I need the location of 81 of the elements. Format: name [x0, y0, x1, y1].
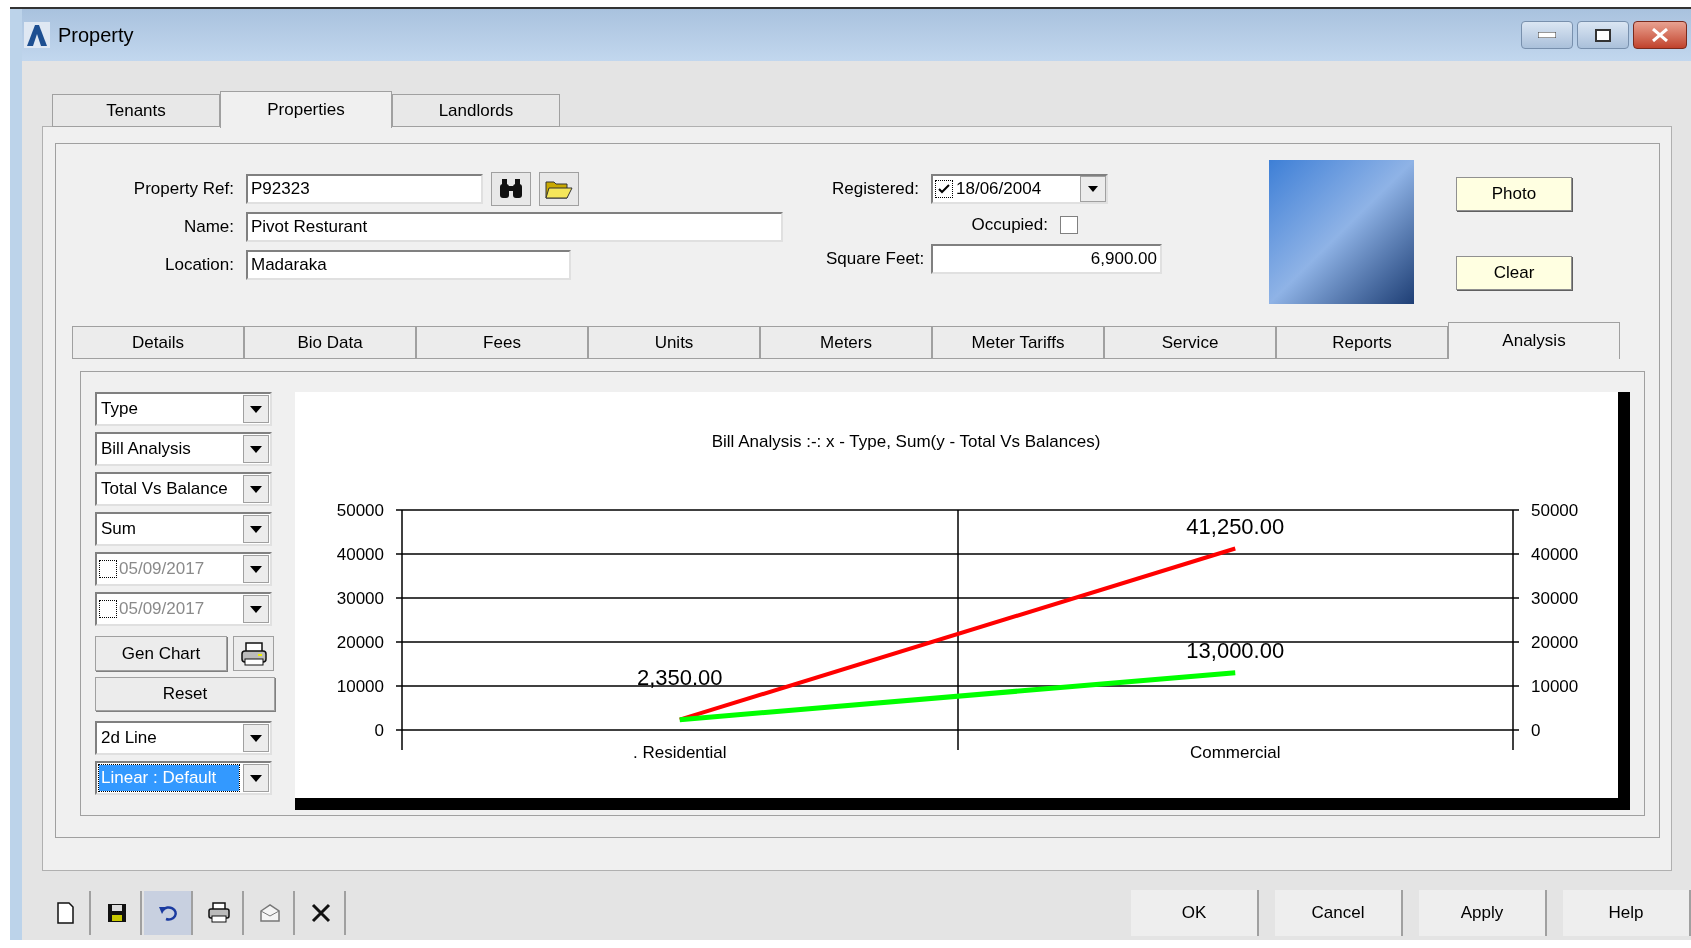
checkbox[interactable]: [1060, 216, 1078, 234]
data-value-label: 2,350.00: [636, 664, 723, 690]
tab[interactable]: Service: [1104, 326, 1276, 359]
close-icon: [1651, 28, 1669, 42]
tab[interactable]: Landlords: [392, 94, 560, 127]
maximize-button[interactable]: [1577, 21, 1629, 49]
dialog-button[interactable]: Cancel: [1275, 890, 1403, 936]
tab[interactable]: Units: [588, 326, 760, 359]
square-feet-field[interactable]: 6,900.00: [931, 244, 1162, 274]
open-button[interactable]: [539, 172, 579, 206]
field-label: Registered:: [831, 178, 920, 201]
axis-tick-label: 10000: [336, 677, 384, 696]
axis-tick-label: 30000: [1531, 589, 1579, 608]
binoculars-icon: [498, 178, 524, 200]
dialog-button[interactable]: OK: [1131, 890, 1259, 936]
dropdown[interactable]: 2d Line: [95, 721, 272, 755]
dialog-button[interactable]: Apply: [1419, 890, 1547, 936]
data-value-label: 13,000.00: [1186, 637, 1285, 663]
tab[interactable]: Meter Tariffs: [932, 326, 1104, 359]
window-title: Property: [58, 23, 134, 48]
checkbox[interactable]: [935, 180, 953, 198]
photo-action-button[interactable]: Clear: [1456, 256, 1572, 290]
tab[interactable]: Analysis: [1448, 322, 1620, 359]
tab[interactable]: Details: [72, 326, 244, 359]
dropdown-arrow-icon: [250, 485, 262, 493]
dropdown-arrow-icon: [1088, 186, 1098, 192]
axis-tick-label: 20000: [336, 633, 384, 652]
printer-icon: [239, 641, 268, 666]
tab[interactable]: Reports: [1276, 326, 1448, 359]
tab[interactable]: Meters: [760, 326, 932, 359]
tab[interactable]: Bio Data: [244, 326, 416, 359]
dropdown[interactable]: Sum: [95, 512, 272, 546]
printer-icon: [206, 901, 231, 925]
dropdown-arrow-icon: [250, 774, 262, 782]
chart-title: Bill Analysis :-: x - Type, Sum(y - Total Vs Balances): [711, 432, 1101, 451]
reset-button[interactable]: Reset: [95, 677, 275, 711]
axis-tick-label: 10000: [1531, 677, 1579, 696]
location-field[interactable]: Madaraka: [246, 250, 571, 280]
dropdown[interactable]: Total Vs Balance: [95, 472, 272, 506]
dropdown-arrow-icon: [250, 565, 262, 573]
app-logo-icon: [24, 22, 50, 48]
axis-tick-label: 40000: [1531, 545, 1579, 564]
dropdown-arrow-icon: [250, 445, 262, 453]
folder-icon: [545, 178, 573, 200]
data-value-label: 41,250.00: [1186, 513, 1285, 539]
tab[interactable]: Properties: [220, 91, 392, 128]
date-picker[interactable]: 18/06/2004: [931, 174, 1108, 204]
dropdown-arrow-icon: [250, 605, 262, 613]
minimize-icon: [1538, 32, 1556, 38]
tab[interactable]: Fees: [416, 326, 588, 359]
field-label: Location:: [164, 254, 235, 277]
dropdown-arrow-icon: [250, 525, 262, 533]
category-label: Commercial: [1189, 743, 1281, 762]
axis-tick-label: 30000: [336, 589, 384, 608]
maximize-icon: [1595, 28, 1611, 42]
dropdown[interactable]: Type: [95, 392, 272, 426]
print-button[interactable]: [233, 636, 274, 671]
axis-tick-label: 0: [374, 721, 384, 740]
dropdown-arrow-icon: [250, 405, 262, 413]
axis-tick-label: 50000: [1531, 501, 1579, 520]
field-label: Occupied:: [971, 214, 1048, 237]
tab[interactable]: Tenants: [52, 94, 220, 127]
field-label: Property Ref:: [132, 178, 235, 201]
axis-tick-label: 50000: [336, 501, 384, 520]
axis-tick-label: 0: [1531, 721, 1541, 740]
field-label: Square Feet:: [826, 248, 926, 271]
dropdown[interactable]: Bill Analysis: [95, 432, 272, 466]
category-label: . Residential: [632, 743, 727, 762]
envelope-icon: [257, 901, 282, 925]
gen-chart-button[interactable]: Gen Chart: [95, 636, 227, 671]
photo-action-button[interactable]: Photo: [1456, 177, 1572, 211]
dropdown-arrow-icon: [250, 734, 262, 742]
property-ref-field[interactable]: P92323: [246, 174, 483, 204]
axis-tick-label: 20000: [1531, 633, 1579, 652]
axis-tick-label: 40000: [336, 545, 384, 564]
toolbar-button[interactable]: [144, 891, 193, 935]
dialog-button[interactable]: Help: [1563, 890, 1691, 936]
field-label: Name:: [182, 216, 235, 239]
close-button[interactable]: [1633, 21, 1687, 49]
name-field[interactable]: Pivot Resturant: [246, 212, 783, 242]
search-button[interactable]: [491, 172, 531, 206]
